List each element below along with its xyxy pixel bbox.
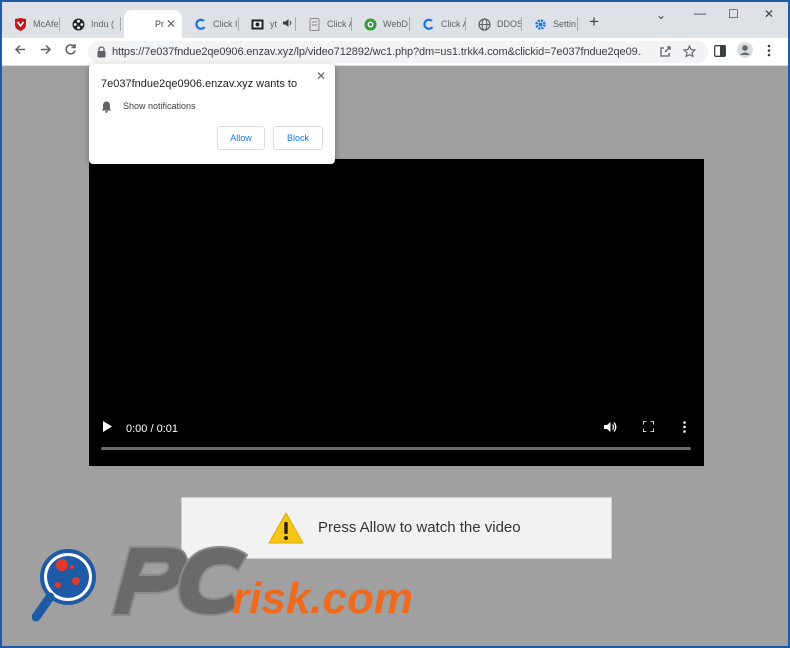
video-options-icon[interactable] bbox=[683, 421, 686, 436]
tab-label: yt bbox=[270, 19, 278, 29]
tab-label: Click A bbox=[441, 19, 466, 29]
tab-label: WebD bbox=[383, 19, 408, 29]
mcafee-shield-icon bbox=[14, 17, 27, 31]
fullscreen-icon[interactable] bbox=[642, 420, 655, 435]
film-reel-icon bbox=[72, 18, 85, 31]
share-icon[interactable] bbox=[659, 45, 672, 63]
svg-text:risk.com: risk.com bbox=[232, 574, 413, 623]
block-button[interactable]: Block bbox=[273, 126, 323, 150]
tab-click-2[interactable]: Click A bbox=[296, 10, 352, 38]
lock-icon[interactable] bbox=[97, 45, 106, 63]
play-icon[interactable] bbox=[103, 421, 112, 435]
pcrisk-logo-icon: risk.com bbox=[31, 545, 413, 623]
grey-page-icon bbox=[308, 17, 321, 31]
prompt-title: 7e037fndue2qe0906.enzav.xyz wants to bbox=[101, 78, 298, 90]
tab-label: Click A bbox=[327, 19, 352, 29]
tab-separator bbox=[120, 17, 121, 31]
tab-click-3[interactable]: Click A bbox=[410, 10, 466, 38]
pcrisk-watermark: risk.com bbox=[31, 537, 472, 627]
allow-button[interactable]: Allow bbox=[217, 126, 265, 150]
close-icon[interactable]: ✕ bbox=[316, 69, 326, 83]
browser-window: McAfe Indu ( Pr ✕ Click I yt Click A Web… bbox=[2, 2, 788, 646]
close-window-button[interactable]: ✕ bbox=[764, 7, 774, 21]
tab-label: Settin bbox=[553, 19, 577, 29]
tab-strip: McAfe Indu ( Pr ✕ Click I yt Click A Web… bbox=[2, 2, 788, 38]
tab-indu[interactable]: Indu ( bbox=[60, 10, 121, 38]
address-bar[interactable]: https://7e037fndue2qe0906.enzav.xyz/lp/v… bbox=[88, 41, 708, 63]
blank-page-icon bbox=[136, 18, 149, 31]
tab-webd[interactable]: WebD bbox=[352, 10, 410, 38]
tab-settings[interactable]: Settin bbox=[522, 10, 578, 38]
url-text[interactable]: https://7e037fndue2qe0906.enzav.xyz/lp/v… bbox=[112, 46, 642, 58]
side-panel-icon[interactable] bbox=[714, 44, 726, 62]
tab-ddos[interactable]: DDOS bbox=[466, 10, 522, 38]
browser-toolbar: https://7e037fndue2qe0906.enzav.xyz/lp/v… bbox=[2, 38, 788, 66]
volume-icon[interactable] bbox=[604, 421, 617, 436]
permission-text: Show notifications bbox=[123, 101, 196, 111]
tab-active[interactable]: Pr ✕ bbox=[124, 10, 182, 38]
tab-separator bbox=[577, 17, 578, 31]
new-tab-button[interactable]: + bbox=[589, 13, 599, 30]
bell-icon bbox=[101, 100, 112, 118]
chevron-down-icon[interactable]: ⌄ bbox=[656, 8, 666, 22]
maximize-button[interactable]: ☐ bbox=[728, 7, 739, 21]
bookmark-star-icon[interactable] bbox=[682, 44, 697, 63]
warning-text: Press Allow to watch the video bbox=[318, 519, 521, 536]
kebab-menu-icon[interactable] bbox=[767, 44, 771, 62]
tab-yt[interactable]: yt bbox=[239, 10, 296, 38]
close-tab-icon[interactable]: ✕ bbox=[166, 17, 176, 31]
blue-swirl-icon bbox=[422, 18, 435, 31]
tab-click-1[interactable]: Click I bbox=[182, 10, 239, 38]
minimize-button[interactable]: — bbox=[694, 6, 706, 20]
tab-label: Pr bbox=[155, 19, 164, 29]
gear-icon bbox=[534, 18, 547, 31]
profile-avatar-icon[interactable] bbox=[737, 42, 753, 63]
globe-icon bbox=[478, 17, 491, 31]
tab-label: Indu ( bbox=[91, 19, 115, 29]
blue-swirl-icon bbox=[194, 18, 207, 31]
forward-button[interactable] bbox=[39, 43, 52, 59]
tab-mcafee[interactable]: McAfe bbox=[2, 10, 60, 38]
back-button[interactable] bbox=[14, 43, 27, 59]
reload-button[interactable] bbox=[64, 43, 77, 59]
tab-label: DDOS bbox=[497, 19, 522, 29]
tab-label: Click I bbox=[213, 19, 238, 29]
video-player[interactable]: 0:00 / 0:01 bbox=[89, 159, 704, 466]
video-time: 0:00 / 0:01 bbox=[126, 423, 178, 435]
notification-permission-prompt: 7e037fndue2qe0906.enzav.xyz wants to ✕ S… bbox=[89, 64, 335, 164]
tab-label: McAfe bbox=[33, 19, 59, 29]
speaker-icon[interactable] bbox=[283, 18, 293, 30]
green-globe-icon bbox=[364, 18, 377, 31]
video-thumb-icon bbox=[251, 18, 264, 31]
video-progress-bar[interactable] bbox=[101, 447, 691, 450]
